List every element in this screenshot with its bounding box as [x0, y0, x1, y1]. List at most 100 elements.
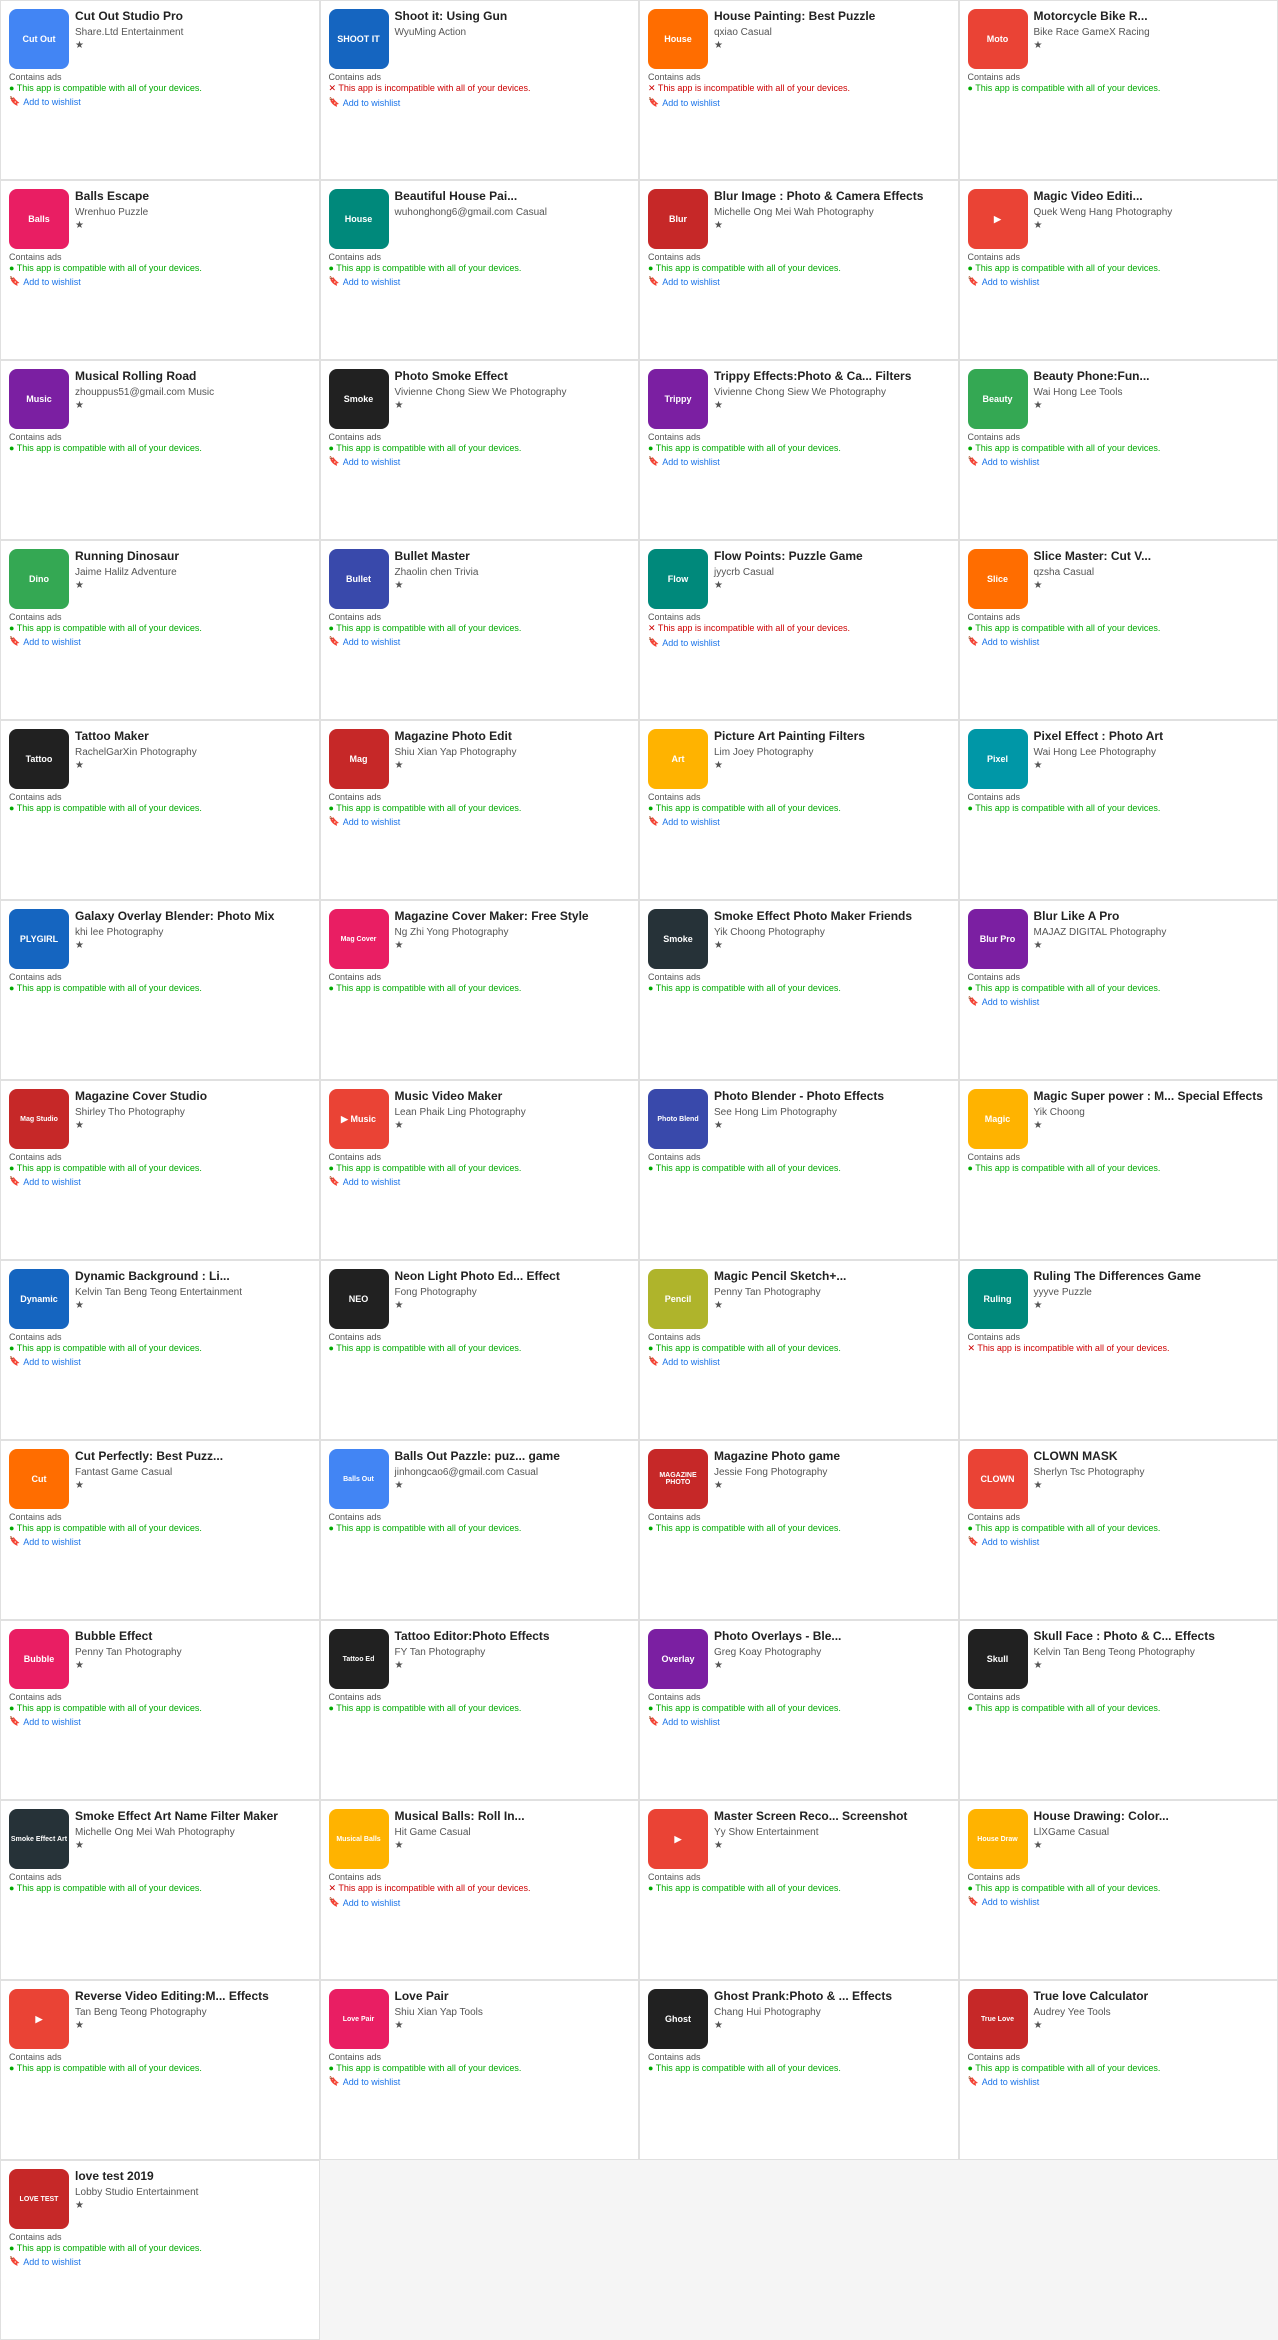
app-title[interactable]: Magazine Photo Edit: [395, 729, 631, 745]
app-icon[interactable]: Balls: [9, 189, 69, 249]
app-title[interactable]: Bubble Effect: [75, 1629, 311, 1645]
add-wishlist-button[interactable]: 🔖Add to wishlist: [648, 637, 950, 648]
app-title[interactable]: Smoke Effect Photo Maker Friends: [714, 909, 950, 925]
add-wishlist-button[interactable]: 🔖Add to wishlist: [9, 276, 311, 287]
add-wishlist-button[interactable]: 🔖Add to wishlist: [968, 276, 1270, 287]
app-icon[interactable]: Art: [648, 729, 708, 789]
app-title[interactable]: Magazine Photo game: [714, 1449, 950, 1465]
app-title[interactable]: Magic Pencil Sketch+...: [714, 1269, 950, 1285]
app-title[interactable]: Slice Master: Cut V...: [1034, 549, 1270, 565]
app-icon[interactable]: Flow: [648, 549, 708, 609]
app-icon[interactable]: Photo Blend: [648, 1089, 708, 1149]
app-icon[interactable]: Moto: [968, 9, 1028, 69]
add-wishlist-button[interactable]: 🔖Add to wishlist: [968, 2076, 1270, 2087]
app-title[interactable]: Trippy Effects:Photo & Ca... Filters: [714, 369, 950, 385]
app-icon[interactable]: Dino: [9, 549, 69, 609]
app-title[interactable]: Photo Blender - Photo Effects: [714, 1089, 950, 1105]
add-wishlist-button[interactable]: 🔖Add to wishlist: [329, 456, 631, 467]
app-title[interactable]: Picture Art Painting Filters: [714, 729, 950, 745]
app-title[interactable]: Shoot it: Using Gun: [395, 9, 631, 25]
app-icon[interactable]: House: [648, 9, 708, 69]
app-title[interactable]: Musical Rolling Road: [75, 369, 311, 385]
app-icon[interactable]: House: [329, 189, 389, 249]
app-icon[interactable]: Blur Pro: [968, 909, 1028, 969]
app-title[interactable]: Running Dinosaur: [75, 549, 311, 565]
app-icon[interactable]: Trippy: [648, 369, 708, 429]
app-title[interactable]: Cut Out Studio Pro: [75, 9, 311, 25]
app-icon[interactable]: Bubble: [9, 1629, 69, 1689]
app-title[interactable]: Motorcycle Bike R...: [1034, 9, 1270, 25]
add-wishlist-button[interactable]: 🔖Add to wishlist: [9, 636, 311, 647]
app-icon[interactable]: Beauty: [968, 369, 1028, 429]
app-icon[interactable]: ▶ Music: [329, 1089, 389, 1149]
app-title[interactable]: Blur Image : Photo & Camera Effects: [714, 189, 950, 205]
app-title[interactable]: Photo Smoke Effect: [395, 369, 631, 385]
app-icon[interactable]: Musical Balls: [329, 1809, 389, 1869]
app-title[interactable]: Dynamic Background : Li...: [75, 1269, 311, 1285]
app-title[interactable]: Flow Points: Puzzle Game: [714, 549, 950, 565]
add-wishlist-button[interactable]: 🔖Add to wishlist: [648, 276, 950, 287]
add-wishlist-button[interactable]: 🔖Add to wishlist: [9, 1356, 311, 1367]
app-icon[interactable]: Ghost: [648, 1989, 708, 2049]
app-icon[interactable]: Cut: [9, 1449, 69, 1509]
add-wishlist-button[interactable]: 🔖Add to wishlist: [329, 2076, 631, 2087]
app-icon[interactable]: SHOOT IT: [329, 9, 389, 69]
app-icon[interactable]: ▶: [9, 1989, 69, 2049]
add-wishlist-button[interactable]: 🔖Add to wishlist: [648, 1356, 950, 1367]
app-title[interactable]: Skull Face : Photo & C... Effects: [1034, 1629, 1270, 1645]
app-icon[interactable]: ▶: [968, 189, 1028, 249]
add-wishlist-button[interactable]: 🔖Add to wishlist: [329, 1176, 631, 1187]
add-wishlist-button[interactable]: 🔖Add to wishlist: [648, 816, 950, 827]
app-icon[interactable]: Overlay: [648, 1629, 708, 1689]
app-title[interactable]: Music Video Maker: [395, 1089, 631, 1105]
app-title[interactable]: Neon Light Photo Ed... Effect: [395, 1269, 631, 1285]
app-title[interactable]: Balls Escape: [75, 189, 311, 205]
app-title[interactable]: Photo Overlays - Ble...: [714, 1629, 950, 1645]
app-icon[interactable]: Smoke: [648, 909, 708, 969]
app-title[interactable]: Master Screen Reco... Screenshot: [714, 1809, 950, 1825]
app-title[interactable]: Pixel Effect : Photo Art: [1034, 729, 1270, 745]
app-icon[interactable]: Slice: [968, 549, 1028, 609]
add-wishlist-button[interactable]: 🔖Add to wishlist: [9, 2256, 311, 2267]
add-wishlist-button[interactable]: 🔖Add to wishlist: [968, 1896, 1270, 1907]
app-icon[interactable]: Tattoo Ed: [329, 1629, 389, 1689]
app-icon[interactable]: Music: [9, 369, 69, 429]
app-icon[interactable]: Mag Studio: [9, 1089, 69, 1149]
app-title[interactable]: House Painting: Best Puzzle: [714, 9, 950, 25]
add-wishlist-button[interactable]: 🔖Add to wishlist: [329, 276, 631, 287]
app-icon[interactable]: Balls Out: [329, 1449, 389, 1509]
app-title[interactable]: House Drawing: Color...: [1034, 1809, 1270, 1825]
app-icon[interactable]: House Draw: [968, 1809, 1028, 1869]
app-title[interactable]: Ghost Prank:Photo & ... Effects: [714, 1989, 950, 2005]
app-title[interactable]: True love Calculator: [1034, 1989, 1270, 2005]
app-title[interactable]: CLOWN MASK: [1034, 1449, 1270, 1465]
add-wishlist-button[interactable]: 🔖Add to wishlist: [329, 636, 631, 647]
app-icon[interactable]: Mag: [329, 729, 389, 789]
app-icon[interactable]: NEO: [329, 1269, 389, 1329]
app-icon[interactable]: Bullet: [329, 549, 389, 609]
app-title[interactable]: Magazine Cover Studio: [75, 1089, 311, 1105]
add-wishlist-button[interactable]: 🔖Add to wishlist: [9, 96, 311, 107]
app-icon[interactable]: True Love: [968, 1989, 1028, 2049]
add-wishlist-button[interactable]: 🔖Add to wishlist: [329, 816, 631, 827]
add-wishlist-button[interactable]: 🔖Add to wishlist: [968, 1536, 1270, 1547]
app-title[interactable]: Love Pair: [395, 1989, 631, 2005]
app-title[interactable]: Magic Super power : M... Special Effects: [1034, 1089, 1270, 1105]
app-title[interactable]: Tattoo Maker: [75, 729, 311, 745]
add-wishlist-button[interactable]: 🔖Add to wishlist: [968, 996, 1270, 1007]
app-icon[interactable]: Pixel: [968, 729, 1028, 789]
app-icon[interactable]: Love Pair: [329, 1989, 389, 2049]
app-title[interactable]: Cut Perfectly: Best Puzz...: [75, 1449, 311, 1465]
add-wishlist-button[interactable]: 🔖Add to wishlist: [9, 1176, 311, 1187]
app-icon[interactable]: Cut Out: [9, 9, 69, 69]
app-title[interactable]: Smoke Effect Art Name Filter Maker: [75, 1809, 311, 1825]
add-wishlist-button[interactable]: 🔖Add to wishlist: [968, 456, 1270, 467]
add-wishlist-button[interactable]: 🔖Add to wishlist: [648, 97, 950, 108]
app-title[interactable]: Beauty Phone:Fun...: [1034, 369, 1270, 385]
app-icon[interactable]: CLOWN: [968, 1449, 1028, 1509]
app-icon[interactable]: Tattoo: [9, 729, 69, 789]
add-wishlist-button[interactable]: 🔖Add to wishlist: [648, 1716, 950, 1727]
app-title[interactable]: Tattoo Editor:Photo Effects: [395, 1629, 631, 1645]
app-icon[interactable]: ▶: [648, 1809, 708, 1869]
add-wishlist-button[interactable]: 🔖Add to wishlist: [968, 636, 1270, 647]
